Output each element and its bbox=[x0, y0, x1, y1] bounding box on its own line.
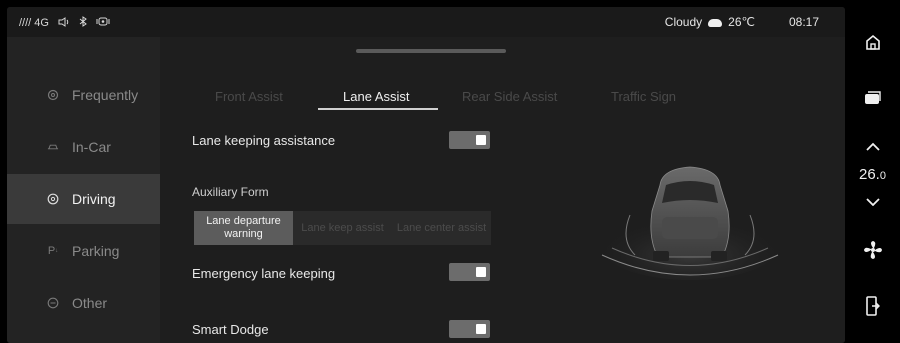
right-dock: 26.0 bbox=[845, 0, 900, 343]
parking-icon: P ↓ bbox=[47, 245, 59, 257]
weather-text: Cloudy bbox=[664, 15, 703, 29]
smart-dodge-label: Smart Dodge bbox=[192, 322, 269, 337]
toggle-knob bbox=[476, 324, 486, 334]
toggle-knob bbox=[476, 135, 486, 145]
cards-icon bbox=[864, 90, 882, 110]
network-type: 4G bbox=[34, 17, 49, 29]
nav-item-label: Driving bbox=[72, 191, 116, 207]
nav-item-frequently[interactable]: Frequently bbox=[7, 70, 160, 120]
nav-item-parking[interactable]: P ↓ Parking bbox=[7, 226, 160, 276]
car-outline-icon bbox=[47, 141, 59, 153]
tab-traffic-sign[interactable]: Traffic Sign bbox=[611, 89, 676, 104]
nav-item-other[interactable]: Other bbox=[7, 278, 160, 328]
settings-content: Front Assist Lane Assist Rear Side Assis… bbox=[160, 37, 845, 343]
signal-strength-icon: //// bbox=[19, 17, 32, 29]
nav-item-label: Other bbox=[72, 295, 108, 311]
status-bar: //// 4G Cloudy 26℃ 08:17 bbox=[7, 7, 845, 37]
active-tab-indicator bbox=[318, 108, 438, 110]
nav-item-label: Parking bbox=[72, 243, 120, 259]
gear-icon bbox=[47, 89, 59, 101]
fan-icon bbox=[863, 240, 883, 265]
car-illustration bbox=[590, 155, 790, 285]
lane-keeping-toggle[interactable] bbox=[449, 131, 490, 149]
temp-down-button[interactable] bbox=[845, 193, 900, 211]
temp-up-button[interactable] bbox=[845, 138, 900, 156]
climate-temperature: 26.0 bbox=[845, 166, 900, 183]
fan-button[interactable] bbox=[845, 240, 900, 264]
more-icon bbox=[47, 297, 59, 309]
door-exit-icon bbox=[865, 295, 880, 321]
connected-vehicle-icon bbox=[96, 16, 110, 30]
smart-dodge-toggle[interactable] bbox=[449, 320, 490, 338]
home-button[interactable] bbox=[845, 33, 900, 57]
nav-item-label: Frequently bbox=[72, 87, 139, 103]
status-right: Cloudy 26℃ 08:17 bbox=[665, 15, 819, 29]
cloud-icon bbox=[708, 19, 723, 27]
volume-icon bbox=[58, 16, 70, 30]
lane-keeping-label: Lane keeping assistance bbox=[192, 133, 336, 148]
steering-wheel-icon bbox=[47, 193, 59, 205]
option-lane-keep-assist[interactable]: Lane keep assist bbox=[293, 211, 392, 245]
temperature-value: 26. bbox=[859, 166, 880, 183]
chevron-up-icon bbox=[865, 138, 881, 156]
bluetooth-icon bbox=[79, 16, 87, 30]
clock: 08:17 bbox=[788, 15, 819, 29]
settings-screen: //// 4G Cloudy 26℃ 08:17 Frequently In-C… bbox=[7, 7, 845, 343]
nav-item-driving[interactable]: Driving bbox=[7, 174, 160, 224]
chevron-down-icon bbox=[865, 193, 881, 211]
multitask-button[interactable] bbox=[845, 90, 900, 110]
tab-front-assist[interactable]: Front Assist bbox=[215, 89, 283, 104]
home-icon bbox=[865, 34, 881, 56]
tab-rear-side-assist[interactable]: Rear Side Assist bbox=[462, 89, 557, 104]
status-left: //// 4G bbox=[19, 16, 110, 30]
seat-button[interactable] bbox=[845, 295, 900, 321]
auxiliary-form-label: Auxiliary Form bbox=[192, 185, 269, 199]
emergency-lane-label: Emergency lane keeping bbox=[192, 266, 336, 281]
drag-handle[interactable] bbox=[356, 49, 506, 53]
nav-item-in-car[interactable]: In-Car bbox=[7, 122, 160, 172]
temperature-decimal: 0 bbox=[879, 170, 886, 182]
option-lane-departure-warning[interactable]: Lane departure warning bbox=[194, 211, 293, 245]
settings-nav: Frequently In-Car Driving P ↓ Parking Oth… bbox=[7, 37, 160, 343]
option-lane-center-assist[interactable]: Lane center assist bbox=[392, 211, 491, 245]
auxiliary-form-selector: Lane departure warning Lane keep assist … bbox=[194, 211, 491, 245]
temperature-text: 26℃ bbox=[728, 15, 755, 29]
nav-item-label: In-Car bbox=[72, 139, 111, 155]
toggle-knob bbox=[476, 267, 486, 277]
tab-lane-assist[interactable]: Lane Assist bbox=[343, 89, 410, 104]
emergency-lane-toggle[interactable] bbox=[449, 263, 490, 281]
